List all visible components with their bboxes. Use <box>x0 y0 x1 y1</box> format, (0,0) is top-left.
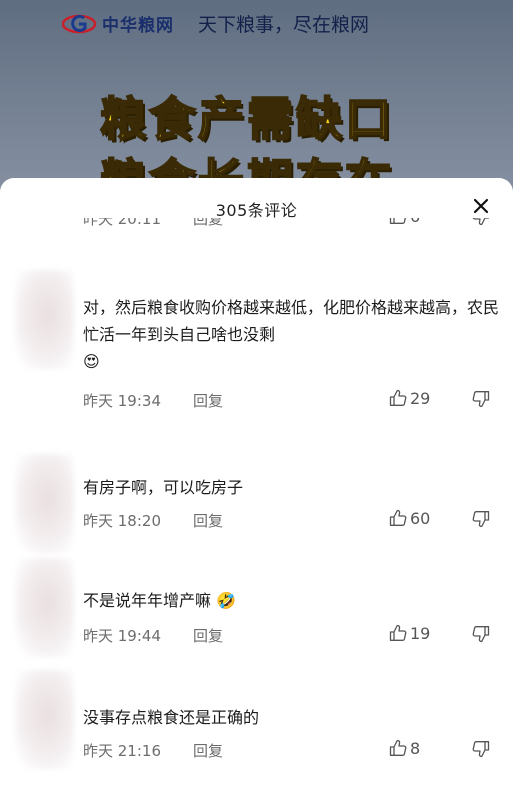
like-count: 8 <box>410 738 421 758</box>
comment-sheet: 305条评论 昨天 20:11 回复 6 <box>0 178 513 800</box>
avatar[interactable] <box>14 670 74 770</box>
close-button[interactable] <box>471 196 491 216</box>
thumbs-down-icon <box>472 626 490 643</box>
reply-button[interactable]: 回复 <box>193 740 223 761</box>
reply-button[interactable]: 回复 <box>193 625 223 646</box>
partial-comment-meta: 昨天 20:11 回复 6 <box>83 218 503 230</box>
comment-text: 不是说年年增产嘛 🤣 <box>83 587 503 614</box>
dislike-button[interactable] <box>471 389 491 409</box>
comment-meta: 昨天 21:16 回复 8 <box>83 738 503 762</box>
like-button[interactable]: 8 <box>388 738 420 758</box>
headline-line-1: 粮食产需缺口 <box>99 91 394 147</box>
brand-slogan: 天下粮事，尽在粮网 <box>198 14 370 36</box>
thumbs-up-icon <box>389 739 407 756</box>
reply-button[interactable]: 回复 <box>193 390 223 411</box>
like-button[interactable]: 29 <box>388 388 430 408</box>
thumbs-up-icon <box>389 389 407 406</box>
brand-header: 中华粮网 天下粮事，尽在粮网 <box>62 10 369 37</box>
like-button[interactable]: 19 <box>388 623 430 643</box>
comment-body: 没事存点粮食还是正确的 <box>83 708 260 727</box>
dislike-button[interactable] <box>471 624 491 644</box>
avatar[interactable] <box>14 270 74 370</box>
like-button[interactable]: 60 <box>388 508 430 528</box>
thumbs-down-icon <box>472 391 490 408</box>
like-button[interactable]: 6 <box>388 218 420 226</box>
like-count: 19 <box>410 623 431 643</box>
comment-time: 昨天 19:34 <box>83 392 161 410</box>
avatar[interactable] <box>14 454 74 554</box>
comment-text: 有房子啊，可以吃房子 <box>83 474 503 501</box>
reply-button[interactable]: 回复 <box>193 510 223 531</box>
comment-time: 昨天 20:11 <box>83 218 161 228</box>
brand-name: 中华粮网 <box>102 16 174 36</box>
thumbs-down-icon <box>472 741 490 758</box>
comment-time: 昨天 21:16 <box>83 742 161 760</box>
reply-button[interactable]: 回复 <box>193 218 223 229</box>
dislike-button[interactable] <box>471 509 491 529</box>
dislike-button[interactable] <box>471 739 491 759</box>
thumbs-down-icon <box>472 218 490 226</box>
comment-body: 对，然后粮食收购价格越来越低，化肥价格越来越高，农民忙活一年到头自己啥也没剩 <box>83 298 500 344</box>
comment-time: 昨天 18:20 <box>83 512 161 530</box>
comment-emoji: 😍 <box>83 352 100 371</box>
thumbs-up-icon <box>389 218 406 224</box>
comment-time: 昨天 19:44 <box>83 627 161 645</box>
dislike-button[interactable] <box>471 218 491 227</box>
comment-body: 有房子啊，可以吃房子 <box>83 478 244 497</box>
comment-emoji: 🤣 <box>216 591 237 610</box>
comment-meta: 昨天 18:20 回复 60 <box>83 508 503 532</box>
comment-text: 没事存点粮食还是正确的 <box>83 704 503 731</box>
comment-body: 不是说年年增产嘛 <box>83 591 212 610</box>
thumbs-down-icon <box>472 511 490 528</box>
comment-meta: 昨天 19:34 回复 29 <box>83 388 503 412</box>
avatar[interactable] <box>14 558 74 658</box>
like-count: 6 <box>410 218 420 226</box>
thumbs-up-icon <box>389 509 407 526</box>
like-count: 29 <box>410 388 431 408</box>
brand-logo <box>62 13 98 35</box>
close-icon <box>473 198 489 214</box>
like-count: 60 <box>410 508 431 528</box>
thumbs-up-icon <box>389 624 407 641</box>
comment-meta: 昨天 19:44 回复 19 <box>83 623 503 647</box>
comment-text: 对，然后粮食收购价格越来越低，化肥价格越来越高，农民忙活一年到头自己啥也没剩 😍 <box>83 294 503 375</box>
